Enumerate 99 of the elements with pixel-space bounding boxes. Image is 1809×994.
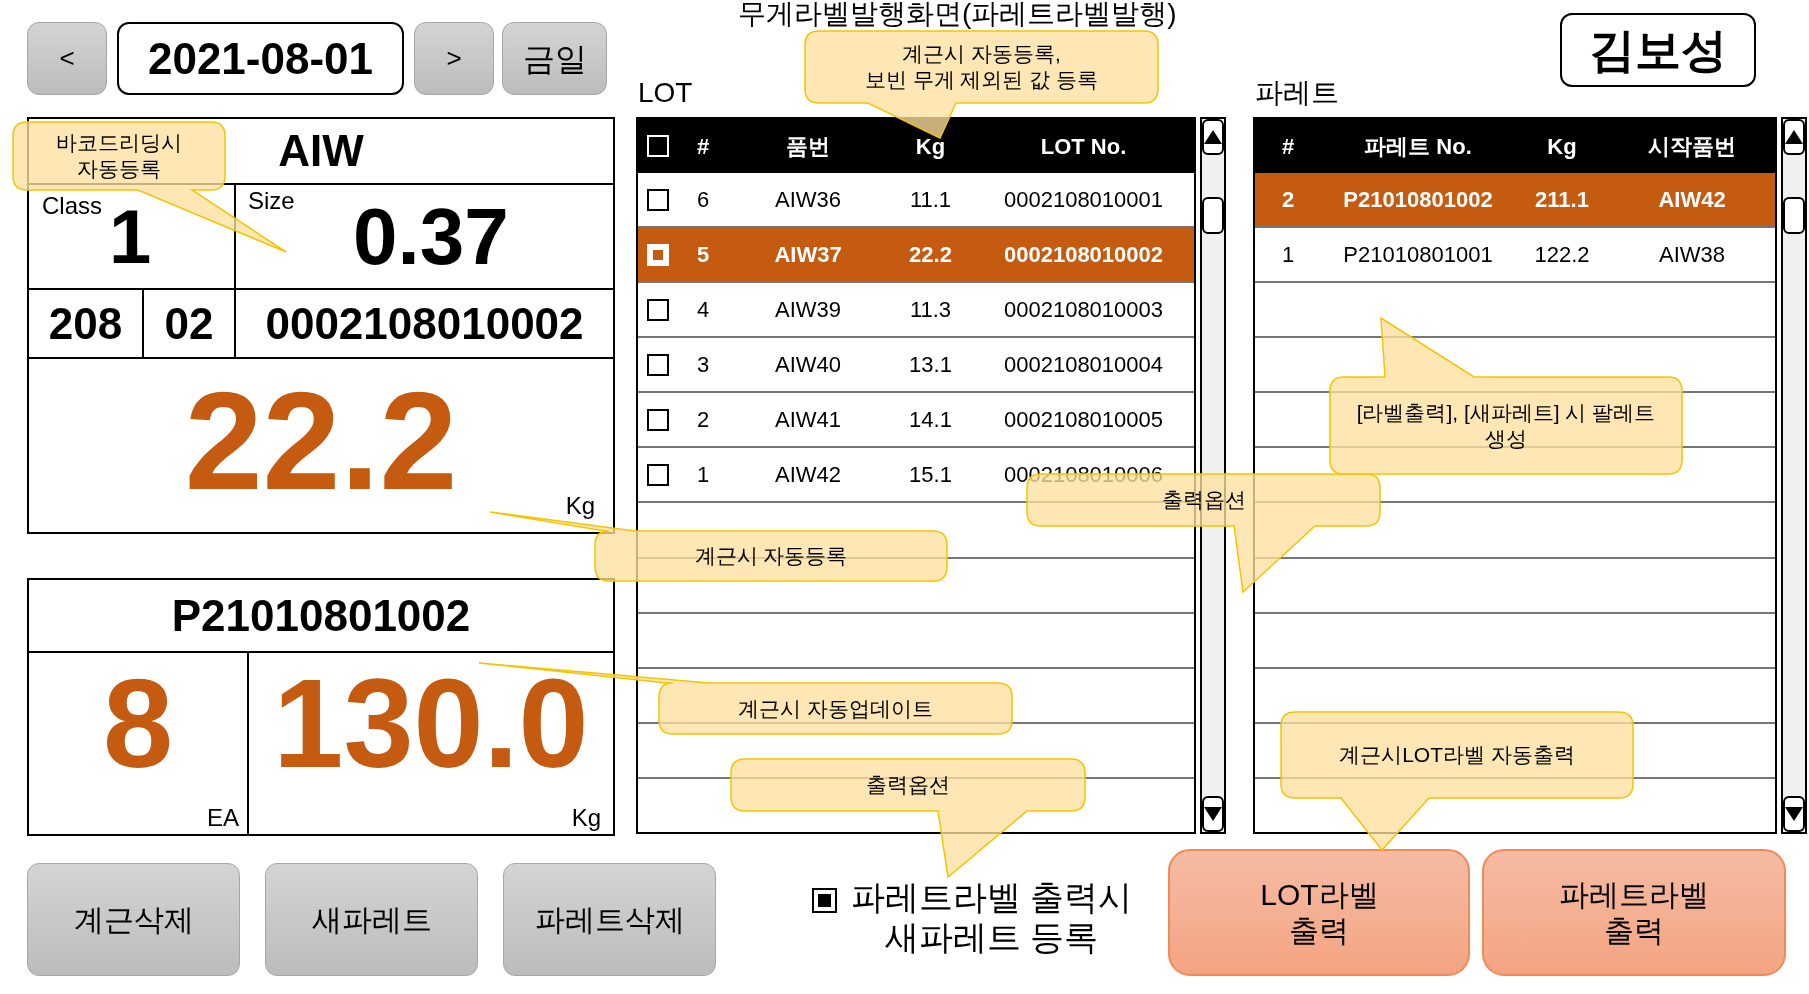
column-header: Kg (1547, 132, 1577, 161)
scrollbar[interactable] (1781, 117, 1807, 834)
column-header: 품번 (786, 132, 830, 161)
count-value: 8 (102, 661, 174, 787)
next-date-button[interactable]: > (414, 22, 494, 95)
action-button[interactable]: 파레트삭제 (503, 863, 716, 976)
weight-value: 130.0 (273, 661, 589, 787)
table-cell-text: 0002108010001 (1003, 186, 1164, 215)
table-cell-text: 0002108010002 (1003, 241, 1164, 270)
row-checkbox[interactable] (647, 298, 669, 321)
pallet-number: P21010801002 (171, 589, 471, 642)
scroll-up-button[interactable] (1783, 119, 1805, 155)
table-cell-text: AIW39 (775, 296, 841, 325)
table-cell-text: 2 (696, 406, 710, 435)
today-button[interactable]: 금일 (502, 22, 607, 95)
table-cell-text: 15.1 (909, 461, 952, 490)
weight-value: 22.2 (184, 371, 458, 511)
action-button[interactable]: 새파레트 (265, 863, 478, 976)
scroll-down-button[interactable] (1783, 796, 1805, 832)
table-cell-text: AIW42 (775, 461, 841, 490)
previous-date-button[interactable]: < (27, 22, 107, 95)
table-cell-text: 4 (696, 296, 710, 325)
table-cell-text: 0002108010004 (1003, 351, 1164, 380)
scroll-down-button[interactable] (1202, 796, 1224, 832)
unit-label: Kg (565, 494, 595, 518)
table-cell-text: 2 (1281, 186, 1295, 215)
option-checkbox[interactable] (812, 888, 837, 913)
arrow-down-icon (1204, 807, 1222, 821)
table-cell-text: AIW36 (775, 186, 841, 215)
table-cell-text: 11.1 (909, 186, 952, 215)
print-button[interactable]: LOT라벨 출력 (1168, 849, 1471, 976)
table-cell-text: AIW41 (775, 406, 841, 435)
table-cell-text: 5 (696, 241, 710, 270)
size-label: Size (248, 189, 295, 213)
column-header: 파레트 No. (1364, 132, 1472, 161)
table-cell-text: AIW42 (1658, 186, 1726, 215)
tooltip-text: 계근시 자동등록, 보빈 무게 제외된 값 등록 (863, 41, 1100, 93)
lot-number: 0002108010002 (265, 297, 584, 350)
column-header: # (1281, 132, 1295, 161)
row-checkbox[interactable] (647, 353, 669, 376)
table-row[interactable]: 2 P21010801002 211.1 AIW42 (1255, 173, 1775, 229)
action-button[interactable]: 계근삭제 (27, 863, 240, 976)
code-value: 208 (48, 297, 123, 350)
table-cell-text: 122.2 (1534, 241, 1590, 270)
table-cell-text: 11.3 (909, 296, 952, 325)
arrow-down-icon (1785, 807, 1803, 821)
class-label: Class (42, 194, 102, 218)
option-label: 파레트라벨 출력시 새파레트 등록 (851, 877, 1133, 957)
table-cell-text: 3 (696, 351, 710, 380)
code-value: 02 (164, 297, 214, 350)
table-cell-text: 211.1 (1535, 186, 1589, 215)
table-cell-text: 0002108010003 (1003, 296, 1164, 325)
tooltip-text: 계근시LOT라벨 자동출력 (1338, 742, 1576, 768)
table-row[interactable]: 4 AIW39 11.3 0002108010003 (638, 283, 1194, 339)
tooltip-text: 출력옵션 (865, 772, 951, 798)
item-code: AIW (278, 125, 364, 177)
scroll-thumb[interactable] (1783, 197, 1805, 234)
row-checkbox[interactable] (647, 408, 669, 431)
table-cell-text: 1 (696, 461, 710, 490)
column-header: # (696, 132, 710, 161)
table-cell-text: P21010801002 (1343, 186, 1493, 215)
table-cell-text: 6 (696, 186, 710, 215)
table-cell-text: 13.1 (909, 351, 952, 380)
table-cell-text: P21010801001 (1343, 241, 1493, 270)
page-title: 무게라벨발행화면(파레트라벨발행) (738, 0, 1177, 31)
size-value: 0.37 (353, 197, 509, 277)
table-cell-text: 14.1 (909, 406, 952, 435)
operator-name: 김보성 (1560, 13, 1756, 87)
section-label: 파레트 (1255, 76, 1339, 110)
table-cell-text: AIW40 (775, 351, 841, 380)
column-header: LOT No. (1040, 132, 1127, 161)
table-cell-text: 22.2 (909, 241, 952, 270)
table-cell-text: AIW38 (1659, 241, 1725, 270)
table-row[interactable]: 5 AIW37 22.2 0002108010002 (638, 228, 1194, 284)
table-row[interactable]: 2 AIW41 14.1 0002108010005 (638, 393, 1194, 449)
tooltip-text: 계근시 자동등록 (693, 543, 849, 569)
row-checkbox[interactable] (647, 463, 669, 486)
tooltip-text: 바코드리딩시 자동등록 (55, 130, 183, 182)
scroll-thumb[interactable] (1202, 197, 1224, 234)
arrow-up-icon (1785, 130, 1803, 144)
class-value: 1 (109, 199, 152, 275)
table-cell-text: 0002108010005 (1003, 406, 1164, 435)
unit-label: Kg (571, 806, 601, 830)
table-row[interactable]: 3 AIW40 13.1 0002108010004 (638, 338, 1194, 394)
tooltip-text: [라벨출력], [새파레트] 시 팔레트 생성 (1355, 399, 1657, 452)
select-all-checkbox[interactable] (647, 135, 669, 157)
arrow-up-icon (1204, 130, 1222, 144)
table-cell-text: AIW37 (774, 241, 842, 270)
print-button[interactable]: 파레트라벨 출력 (1482, 849, 1787, 976)
unit-label: EA (207, 806, 239, 830)
row-checkbox[interactable] (647, 188, 669, 211)
column-header: 시작품번 (1648, 132, 1736, 161)
date-field[interactable]: 2021-08-01 (117, 22, 404, 95)
table-cell-text: 1 (1281, 241, 1295, 270)
column-header: Kg (915, 132, 946, 161)
scroll-up-button[interactable] (1202, 119, 1224, 155)
table-row[interactable]: 1 P21010801001 122.2 AIW38 (1255, 228, 1775, 284)
section-label: LOT (638, 76, 693, 110)
tooltip-text: 계근시 자동업데이트 (737, 695, 934, 722)
